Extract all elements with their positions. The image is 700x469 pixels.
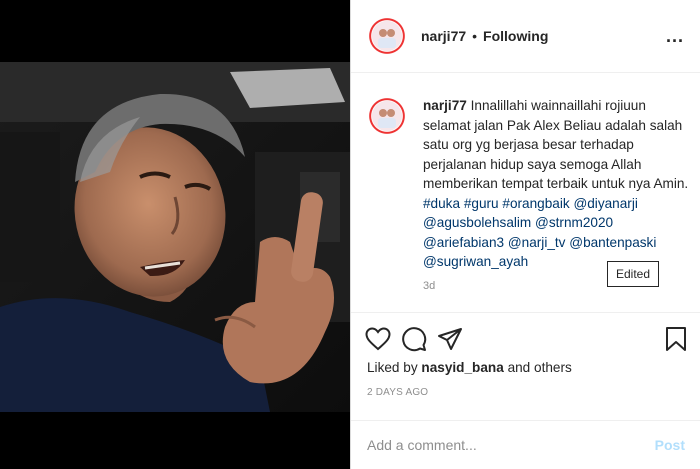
- bookmark-icon: [666, 326, 686, 351]
- heart-icon: [365, 326, 391, 350]
- caption-avatar[interactable]: [367, 96, 407, 136]
- save-button[interactable]: [651, 321, 687, 357]
- caption-username[interactable]: narji77: [423, 98, 467, 113]
- mention-link[interactable]: @agusbolehsalim: [423, 215, 531, 230]
- instagram-post-view: narji77 • Following ... narji77 Innalill…: [0, 0, 700, 469]
- hashtag-link[interactable]: #duka: [423, 196, 460, 211]
- hashtag-link[interactable]: #orangbaik: [502, 196, 569, 211]
- caption-avatar-image: [372, 101, 402, 131]
- selfie-image: [0, 62, 350, 412]
- comment-icon: [402, 326, 427, 351]
- likes-prefix: Liked by: [367, 360, 418, 375]
- mention-link[interactable]: @narji_tv: [508, 235, 566, 250]
- post-comment-button[interactable]: Post: [655, 437, 685, 453]
- share-icon: [438, 327, 462, 350]
- action-bar: [351, 312, 700, 364]
- following-button[interactable]: Following: [483, 28, 548, 44]
- comment-box: Post: [351, 420, 700, 469]
- post-side-panel: narji77 • Following ... narji77 Innalill…: [350, 0, 700, 469]
- caption-text: narji77 Innalillahi wainnaillahi rojiuun…: [423, 96, 689, 272]
- mention-link[interactable]: @sugriwan_ayah: [423, 254, 528, 269]
- comment-input[interactable]: [367, 437, 655, 453]
- post-photo[interactable]: [0, 62, 350, 412]
- comment-button[interactable]: [401, 321, 437, 357]
- share-button[interactable]: [437, 321, 473, 357]
- edited-tooltip: Edited: [607, 261, 660, 287]
- likes-user-link[interactable]: nasyid_bana: [421, 360, 503, 375]
- mention-link[interactable]: @bantenpaski: [569, 235, 656, 250]
- hashtag-link[interactable]: #guru: [464, 196, 499, 211]
- header-username[interactable]: narji77: [421, 28, 466, 44]
- post-header: narji77 • Following ...: [351, 0, 700, 73]
- likes-summary: Liked by nasyid_bana and others: [367, 360, 572, 375]
- likes-suffix[interactable]: and others: [508, 360, 572, 375]
- avatar-photo-icon: [372, 21, 402, 51]
- post-media: [0, 0, 350, 469]
- mention-link[interactable]: @ariefabian3: [423, 235, 504, 250]
- more-options-icon[interactable]: ...: [666, 26, 684, 47]
- avatar[interactable]: [367, 16, 407, 56]
- mention-link[interactable]: @diyanarji: [573, 196, 637, 211]
- mention-link[interactable]: @strnm2020: [535, 215, 613, 230]
- avatar-photo-icon: [372, 101, 402, 131]
- avatar-image: [372, 21, 402, 51]
- post-date: 2 DAYS AGO: [367, 387, 429, 398]
- header-separator: •: [472, 28, 478, 44]
- like-button[interactable]: [365, 321, 401, 357]
